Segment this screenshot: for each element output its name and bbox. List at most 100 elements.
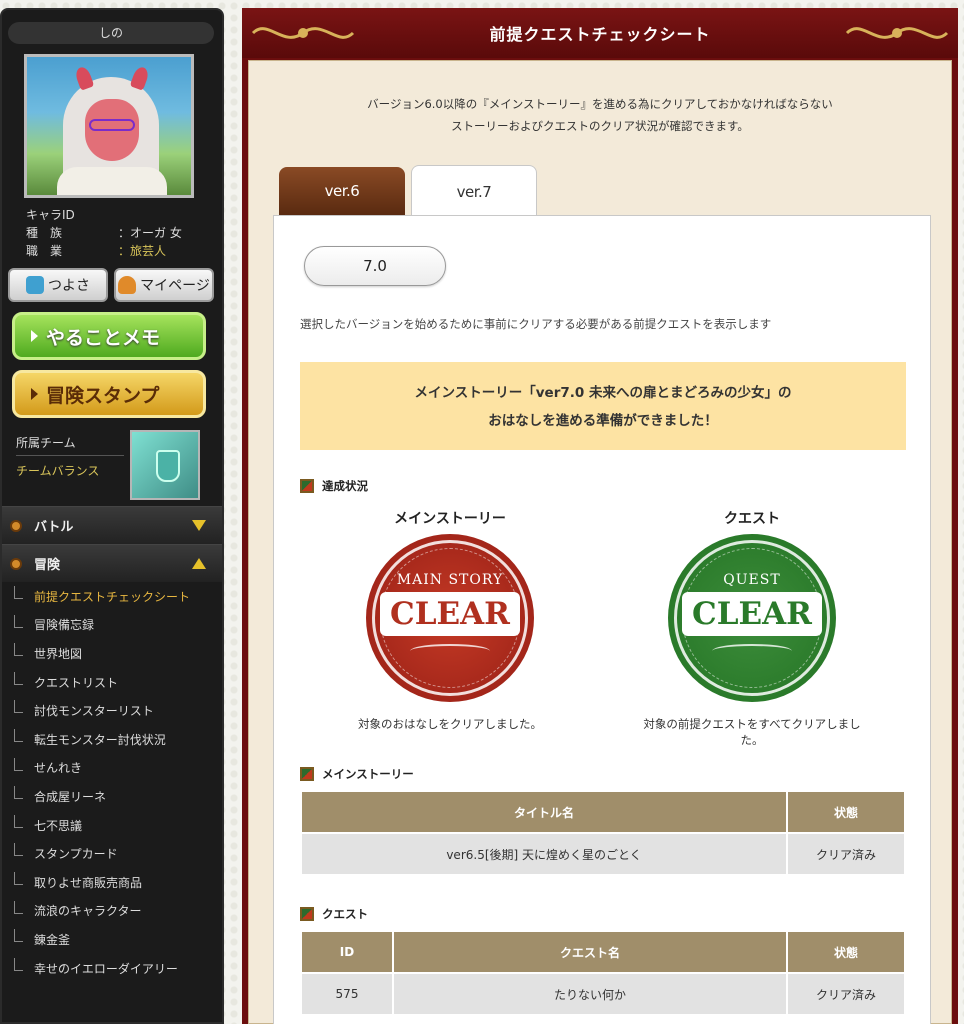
main-story-badge-column: メインストーリー MAIN STORY CLEAR 対象のおはなしをクリアしまし…	[330, 508, 570, 732]
nav-adventure[interactable]: 冒険	[2, 544, 222, 582]
todo-memo-button[interactable]: やることメモ	[12, 312, 206, 360]
team-label: 所属チーム	[16, 434, 124, 456]
character-info: キャラID 種 族 ：オーガ 女 職 業 ：旅芸人	[26, 206, 222, 260]
nav-adventure-label: 冒険	[34, 558, 61, 573]
version-select[interactable]: 7.0	[304, 246, 446, 286]
nav-item-reincarnation[interactable]: 転生モンスター討伐状況	[2, 725, 222, 754]
table-row: 575 たりない何か クリア済み	[300, 972, 906, 1016]
main-body: バージョン6.0以降の『メインストーリー』を進める為にクリアしておかなければなら…	[248, 60, 952, 1024]
main-panel: 前提クエストチェックシート バージョン6.0以降の『メインストーリー』を進める為…	[242, 8, 958, 1024]
table-cell: 575	[300, 972, 394, 1016]
section-marker-icon	[300, 479, 314, 493]
nav-item-world-map[interactable]: 世界地図	[2, 639, 222, 668]
nav-item-quest-list[interactable]: クエストリスト	[2, 668, 222, 697]
info-key: 種 族	[26, 226, 63, 240]
nav-battle[interactable]: バトル	[2, 506, 222, 544]
nav-item-history[interactable]: せんれき	[2, 754, 222, 783]
strength-button[interactable]: つよさ	[8, 268, 108, 302]
status-banner: メインストーリー「ver7.0 未来への扉とまどろみの少女」の おはなしを進める…	[300, 362, 906, 450]
tab-panel: 7.0 選択したバージョンを始めるために事前にクリアする必要がある前提クエストを…	[273, 215, 931, 1024]
main-story-table: タイトル名 状態 ver6.5[後期] 天に煌めく星のごとく クリア済み	[300, 790, 906, 876]
quest-badge-column: クエスト QUEST CLEAR 対象の前提クエストをすべてクリアしました。	[632, 508, 872, 748]
page-header: 前提クエストチェックシート	[242, 8, 958, 58]
table-cell: クリア済み	[786, 972, 906, 1016]
table-cell: クリア済み	[786, 832, 906, 876]
person-icon	[118, 276, 137, 294]
mypage-button[interactable]: マイページ	[114, 268, 214, 302]
column-header: 状態	[786, 790, 906, 834]
bullet-icon	[10, 519, 22, 532]
arrow-right-icon	[31, 330, 38, 342]
chevron-down-icon	[192, 520, 206, 531]
adventure-menu: 前提クエストチェックシート 冒険備忘録 世界地図 クエストリスト 討伐モンスター…	[2, 582, 222, 982]
nav-item-memo[interactable]: 冒険備忘録	[2, 611, 222, 640]
table-cell: ver6.5[後期] 天に煌めく星のごとく	[300, 832, 788, 876]
column-header: クエスト名	[392, 930, 788, 974]
nav-battle-label: バトル	[34, 520, 74, 535]
nav-item-seven-wonders[interactable]: 七不思議	[2, 811, 222, 840]
todo-memo-label: やることメモ	[46, 326, 161, 349]
info-key: キャラID	[26, 208, 75, 222]
tab-ver6[interactable]: ver.6	[279, 167, 405, 215]
intro-line1: バージョン6.0以降の『メインストーリー』を進める為にクリアしておかなければなら…	[367, 97, 833, 111]
badge-top-text: MAIN STORY	[396, 572, 504, 588]
section-marker-icon	[300, 907, 314, 921]
column-header: 状態	[786, 930, 906, 974]
badge-clear-text: CLEAR	[682, 592, 822, 636]
main-story-heading: メインストーリー	[300, 766, 414, 782]
main-story-clear-badge: MAIN STORY CLEAR	[366, 534, 534, 702]
nav-item-alchemy-pot[interactable]: 錬金釜	[2, 925, 222, 954]
race-value: ：オーガ 女	[118, 226, 182, 240]
arm-icon	[26, 276, 44, 294]
banner-line2: おはなしを進める準備ができました！	[488, 413, 718, 429]
info-key: 職 業	[26, 244, 63, 258]
main-story-badge-label: メインストーリー	[394, 511, 506, 527]
nav-item-synthesis[interactable]: 合成屋リーネ	[2, 782, 222, 811]
character-avatar[interactable]	[24, 54, 194, 198]
column-header: タイトル名	[300, 790, 788, 834]
nav-item-yellow-diary[interactable]: 幸せのイエローダイアリー	[2, 954, 222, 983]
nav-item-monster-list[interactable]: 討伐モンスターリスト	[2, 696, 222, 725]
column-header: ID	[300, 930, 394, 974]
adventure-stamp-button[interactable]: 冒険スタンプ	[12, 370, 206, 418]
banner-line1: メインストーリー「ver7.0 未来への扉とまどろみの少女」の	[414, 385, 792, 401]
quest-heading: クエスト	[300, 906, 368, 922]
achievement-heading-label: 達成状況	[322, 479, 368, 493]
intro-line2: ストーリーおよびクエストのクリア状況が確認できます。	[451, 119, 749, 133]
version-tabs: ver.6 ver.7	[279, 165, 537, 217]
quest-badge-label: クエスト	[724, 511, 780, 527]
team-emblem[interactable]	[130, 430, 200, 500]
quest-heading-label: クエスト	[322, 907, 368, 921]
description: 選択したバージョンを始めるために事前にクリアする必要がある前提クエストを表示しま…	[300, 317, 772, 331]
table-row: ver6.5[後期] 天に煌めく星のごとく クリア済み	[300, 832, 906, 876]
adventure-stamp-label: 冒険スタンプ	[46, 384, 160, 407]
main-story-badge-caption: 対象のおはなしをクリアしました。	[358, 717, 542, 731]
nav-item-prereq-checksheet[interactable]: 前提クエストチェックシート	[2, 582, 222, 611]
table-cell: たりない何か	[392, 972, 788, 1016]
section-marker-icon	[300, 767, 314, 781]
strength-label: つよさ	[48, 278, 90, 294]
nav-item-order-goods[interactable]: 取りよせ商販売商品	[2, 868, 222, 897]
achievement-heading: 達成状況	[300, 478, 368, 494]
main-story-heading-label: メインストーリー	[322, 767, 414, 781]
bullet-icon	[10, 557, 22, 570]
chevron-up-icon	[192, 558, 206, 569]
mypage-label: マイページ	[140, 278, 210, 294]
arrow-right-icon	[31, 388, 38, 400]
badge-top-text: QUEST	[723, 572, 781, 588]
team-section: 所属チーム チームバランス	[2, 430, 222, 506]
job-value[interactable]: ：旅芸人	[118, 242, 166, 260]
quest-badge-caption: 対象の前提クエストをすべてクリアしました。	[643, 717, 861, 747]
nav-item-stamp-card[interactable]: スタンプカード	[2, 839, 222, 868]
tab-ver7[interactable]: ver.7	[411, 165, 537, 217]
ornament-icon	[251, 27, 355, 39]
sidebar: しの キャラID 種 族 ：オーガ 女 職 業 ：旅芸人 つよさ マイページ やるこ…	[0, 8, 224, 1024]
character-name: しの	[8, 22, 214, 44]
intro-text: バージョン6.0以降の『メインストーリー』を進める為にクリアしておかなければなら…	[249, 93, 951, 137]
ornament-icon	[845, 27, 949, 39]
badge-clear-text: CLEAR	[380, 592, 520, 636]
team-balance-link[interactable]: チームバランス	[16, 462, 99, 479]
nav-item-wandering-chars[interactable]: 流浪のキャラクター	[2, 897, 222, 926]
page-title: 前提クエストチェックシート	[489, 25, 711, 44]
quest-table: ID クエスト名 状態 575 たりない何か クリア済み	[300, 930, 906, 1016]
